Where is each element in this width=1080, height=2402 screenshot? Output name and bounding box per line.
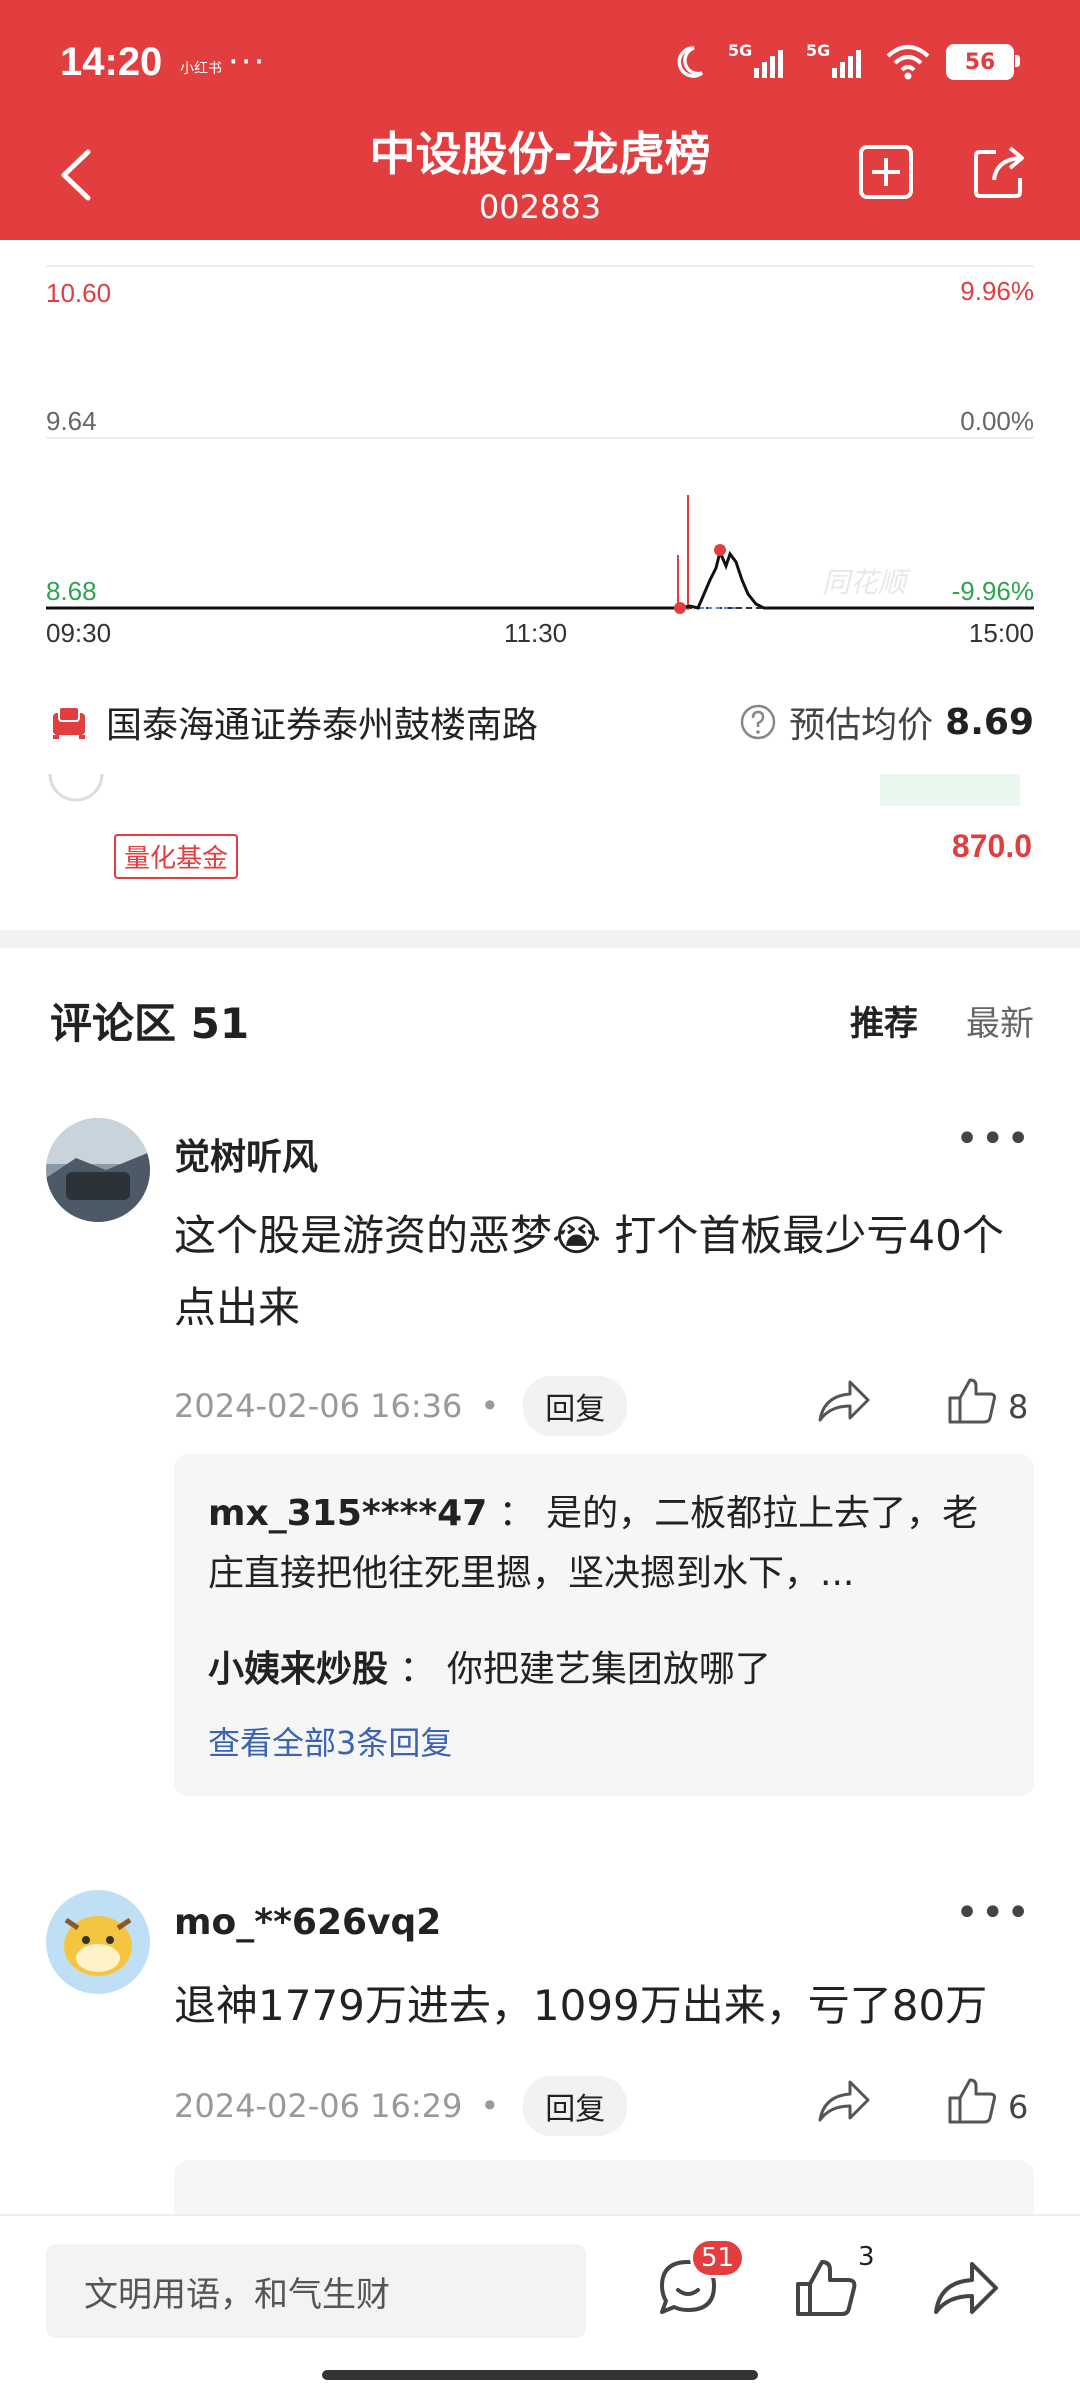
reply-button[interactable]: 回复 bbox=[523, 1376, 628, 1436]
comment-meta: 2024-02-06 16:29 • 回复 bbox=[174, 2076, 628, 2136]
like-count: 6 bbox=[1008, 2088, 1029, 2126]
reply-item[interactable]: mx_315****47 ： 是的，二板都拉上去了，老庄直接把他往死里摁，坚决摁… bbox=[208, 1484, 1000, 1604]
quant-fund-tag: 量化基金 bbox=[114, 834, 239, 879]
broker-name: 国泰海通证券泰州鼓楼南路 bbox=[106, 705, 539, 746]
reply-item[interactable]: 小姨来炒股 ： 你把建艺集团放哪了 bbox=[208, 1640, 1000, 1700]
page-title: 中设股份-龙虎榜 bbox=[369, 127, 711, 181]
comment-text: 退神1779万进去，1099万出来，亏了80万 bbox=[174, 1981, 988, 2030]
intraday-chart: 同花顺 10.60 9.64 8.68 9.96% 0.00% -9.96% 0… bbox=[0, 240, 1080, 660]
price-mid: 9.64 bbox=[46, 406, 97, 436]
comment-time: 2024-02-06 16:36 bbox=[174, 1387, 463, 1425]
forward-icon[interactable] bbox=[816, 1376, 872, 1426]
share-arrow-icon[interactable] bbox=[930, 2252, 1002, 2324]
pct-top: 9.96% bbox=[960, 276, 1034, 306]
pct-mid: 0.00% bbox=[960, 406, 1034, 436]
reply-list bbox=[174, 2160, 1034, 2214]
chart-watermark: 同花顺 bbox=[822, 566, 911, 599]
reply-username: mx_315****47 bbox=[208, 1493, 488, 1534]
like-count: 8 bbox=[1008, 1388, 1029, 1426]
time-mid: 11:30 bbox=[504, 618, 568, 648]
est-label: 预估均价 bbox=[789, 705, 934, 746]
status-more-dots: ··· bbox=[228, 42, 267, 82]
price-top: 10.60 bbox=[46, 278, 112, 308]
avatar[interactable] bbox=[46, 1890, 150, 1994]
comment-time: 2024-02-06 16:29 bbox=[174, 2087, 463, 2125]
broker-row[interactable]: 国泰海通证券泰州鼓楼南路 预估均价 8.69 bbox=[50, 690, 1034, 754]
comment-username[interactable]: 觉树听风 bbox=[174, 1128, 318, 1180]
home-indicator[interactable] bbox=[322, 2370, 758, 2380]
comment-input[interactable]: 文明用语，和气生财 bbox=[46, 2244, 586, 2338]
app-header: 14:20 小红书 ··· 5G 5G 56 中设股份-龙虎榜 002883 bbox=[0, 0, 1080, 240]
sort-recommend-tab[interactable]: 推荐 bbox=[850, 996, 918, 1045]
time-start: 09:30 bbox=[46, 618, 112, 648]
reply-button[interactable]: 回复 bbox=[523, 2076, 628, 2136]
comment-username[interactable]: mo_**626vq2 bbox=[174, 1902, 441, 1943]
trade-amount: 870.0 bbox=[951, 828, 1032, 864]
time-end: 15:00 bbox=[968, 618, 1034, 648]
status-icons: 5G 5G 56 bbox=[676, 40, 1020, 84]
comment-count-badge: 51 bbox=[690, 2238, 746, 2278]
checkbox-circle-icon[interactable] bbox=[46, 770, 106, 810]
chart-canvas: 同花顺 bbox=[46, 265, 1034, 614]
signal-label-1: 5G bbox=[728, 42, 752, 60]
view-all-replies-link[interactable]: 查看全部3条回复 bbox=[208, 1718, 452, 1764]
change-bar bbox=[880, 774, 1020, 806]
help-icon[interactable] bbox=[739, 703, 777, 741]
thumbs-up-icon bbox=[948, 2078, 996, 2124]
battery-indicator: 56 bbox=[946, 44, 1020, 80]
comment-text: 这个股是游资的恶梦😭 打个首板最少亏40个点出来 bbox=[174, 1211, 1004, 1332]
avatar[interactable] bbox=[46, 1118, 150, 1222]
reply-username: 小姨来炒股 bbox=[208, 1649, 389, 1690]
moon-icon bbox=[677, 46, 704, 78]
share-icon[interactable] bbox=[970, 142, 1030, 202]
more-options-icon[interactable]: ••• bbox=[955, 1890, 1032, 1936]
stock-code: 002883 bbox=[478, 188, 602, 226]
signal-label-2: 5G bbox=[806, 42, 830, 60]
forward-icon[interactable] bbox=[816, 2076, 872, 2126]
signal-icon-2: 5G bbox=[806, 42, 861, 78]
sort-latest-tab[interactable]: 最新 bbox=[966, 996, 1034, 1045]
thumbs-up-icon[interactable] bbox=[790, 2252, 862, 2324]
bottom-bar: 文明用语，和气生财 51 3 bbox=[0, 2214, 1080, 2402]
pct-bottom: -9.96% bbox=[951, 576, 1034, 606]
est-value: 8.69 bbox=[945, 701, 1034, 743]
thumbs-up-icon bbox=[948, 1378, 996, 1424]
comment-meta: 2024-02-06 16:36 • 回复 bbox=[174, 1376, 628, 1436]
status-bar: 14:20 小红书 ··· 5G 5G 56 bbox=[0, 0, 1080, 130]
comments-header: 评论区 51 推荐 最新 bbox=[50, 990, 1034, 1050]
header-title-block: 中设股份-龙虎榜 002883 bbox=[0, 118, 1080, 226]
status-time: 14:20 bbox=[60, 40, 163, 84]
add-watchlist-icon[interactable] bbox=[856, 142, 916, 202]
like-button[interactable]: 6 bbox=[946, 2076, 1028, 2126]
estimated-avg-price: 预估均价 8.69 bbox=[739, 696, 1034, 748]
like-button[interactable]: 8 bbox=[946, 1376, 1028, 1426]
sofa-icon bbox=[53, 706, 85, 739]
more-options-icon[interactable]: ••• bbox=[955, 1116, 1032, 1162]
price-bottom: 8.68 bbox=[46, 576, 97, 606]
comment-item: mo_**626vq2 ••• 退神1779万进去，1099万出来，亏了80万 … bbox=[0, 1890, 1080, 2214]
comment-item: 觉树听风 ••• 这个股是游资的恶梦😭 打个首板最少亏40个点出来 2024-0… bbox=[0, 1114, 1080, 1814]
comments-title: 评论区 51 bbox=[50, 998, 250, 1048]
wifi-icon bbox=[886, 45, 930, 80]
bottom-like-count: 3 bbox=[858, 2242, 875, 2272]
signal-icon: 5G bbox=[728, 42, 783, 78]
reply-text: 你把建艺集团放哪了 bbox=[446, 1649, 771, 1690]
reply-list: mx_315****47 ： 是的，二板都拉上去了，老庄直接把他往死里摁，坚决摁… bbox=[174, 1454, 1034, 1796]
status-app-label: 小红书 bbox=[180, 61, 222, 77]
section-divider bbox=[0, 930, 1080, 948]
